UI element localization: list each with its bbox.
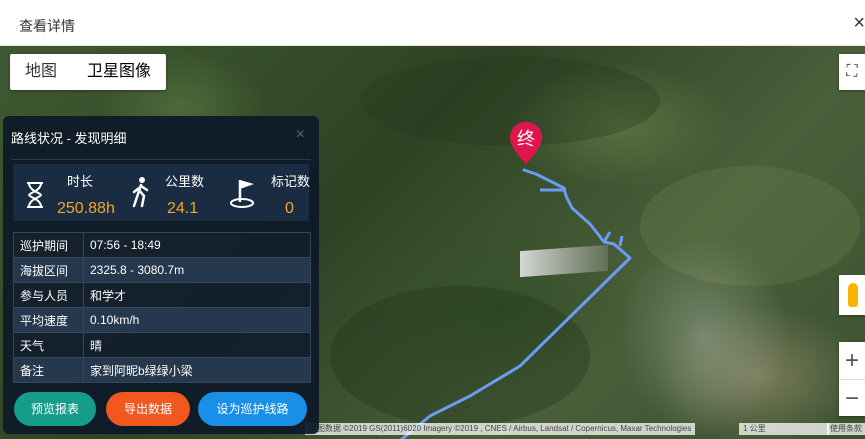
detail-value: 和学才	[83, 282, 311, 308]
flag-icon	[230, 180, 254, 208]
route-detail-panel: 路线状况 - 发现明细 × 时长 250.88h 公里数 24.1 标记数 0 …	[3, 116, 319, 434]
detail-value: 2325.8 - 3080.7m	[83, 257, 311, 283]
route-branch	[602, 231, 612, 243]
stat-value: 250.88h	[57, 200, 115, 217]
stat-label: 时长	[67, 174, 94, 189]
detail-key: 参与人员	[13, 282, 84, 308]
zoom-control: + −	[839, 342, 865, 416]
table-row: 平均速度 0.10km/h	[13, 307, 311, 333]
stat-label: 公里数	[165, 174, 205, 189]
export-data-button[interactable]: 导出数据	[106, 392, 190, 426]
stat-duration: 时长 250.88h	[13, 164, 125, 221]
end-marker-label: 终	[517, 129, 535, 150]
stat-markers: 标记数 0	[221, 164, 311, 221]
map-type-toggle: 地图 卫星图像	[10, 54, 167, 90]
detail-key: 平均速度	[13, 307, 84, 333]
terms-link[interactable]: 使用条款	[827, 423, 865, 435]
hourglass-icon	[27, 182, 43, 208]
close-dialog-button[interactable]: ×	[853, 13, 865, 33]
map-attribution: 地图数据 ©2019 GS(2011)6020 Imagery ©2019 , …	[305, 423, 696, 435]
dialog-title: 查看详情	[19, 18, 75, 34]
stat-value: 24.1	[167, 200, 199, 217]
set-patrol-route-button[interactable]: 设为巡护线路	[198, 392, 307, 426]
table-row: 海拔区间 2325.8 - 3080.7m	[13, 257, 311, 283]
table-row: 巡护期间 07:56 - 18:49	[13, 232, 311, 258]
route-branch	[618, 235, 624, 247]
detail-key: 海拔区间	[13, 257, 84, 283]
dialog-header: 查看详情 ×	[0, 0, 865, 46]
walking-person-icon	[132, 177, 149, 208]
stat-label: 标记数	[271, 174, 311, 189]
table-row: 参与人员 和学才	[13, 282, 311, 308]
stats-bar: 时长 250.88h 公里数 24.1 标记数 0	[13, 164, 311, 221]
map-view-button[interactable]: 地图	[10, 54, 72, 90]
route-path	[400, 168, 632, 439]
detail-value: 0.10km/h	[83, 307, 311, 333]
street-view-pegman[interactable]	[839, 275, 865, 315]
fullscreen-button[interactable]: ⛶	[839, 54, 865, 90]
satellite-view-button[interactable]: 卫星图像	[72, 54, 166, 90]
detail-value: 家到阿昵b绿绿小梁	[83, 357, 311, 383]
table-row: 备注 家到阿昵b绿绿小梁	[13, 357, 311, 383]
detail-key: 天气	[13, 332, 84, 358]
panel-close-button[interactable]: ×	[296, 126, 305, 144]
table-row: 天气晴	[13, 332, 311, 358]
panel-title: 路线状况 - 发现明细	[11, 131, 127, 146]
preview-report-button[interactable]: 预览报表	[14, 392, 96, 426]
zoom-out-button[interactable]: −	[839, 380, 865, 417]
detail-value: 晴	[83, 332, 311, 358]
pegman-icon	[848, 283, 858, 307]
panel-divider	[11, 159, 311, 160]
detail-value: 07:56 - 18:49	[83, 232, 311, 258]
patrol-details-table: 巡护期间 07:56 - 18:49 海拔区间 2325.8 - 3080.7m 参…	[13, 232, 311, 383]
detail-key: 巡护期间	[13, 232, 84, 258]
zoom-in-button[interactable]: +	[839, 342, 865, 379]
map-scale[interactable]: 1 公里	[739, 423, 829, 435]
route-end-marker[interactable]: 终	[508, 120, 544, 166]
stat-distance: 公里数 24.1	[125, 164, 221, 221]
detail-key: 备注	[13, 357, 84, 383]
stat-value: 0	[285, 200, 294, 217]
